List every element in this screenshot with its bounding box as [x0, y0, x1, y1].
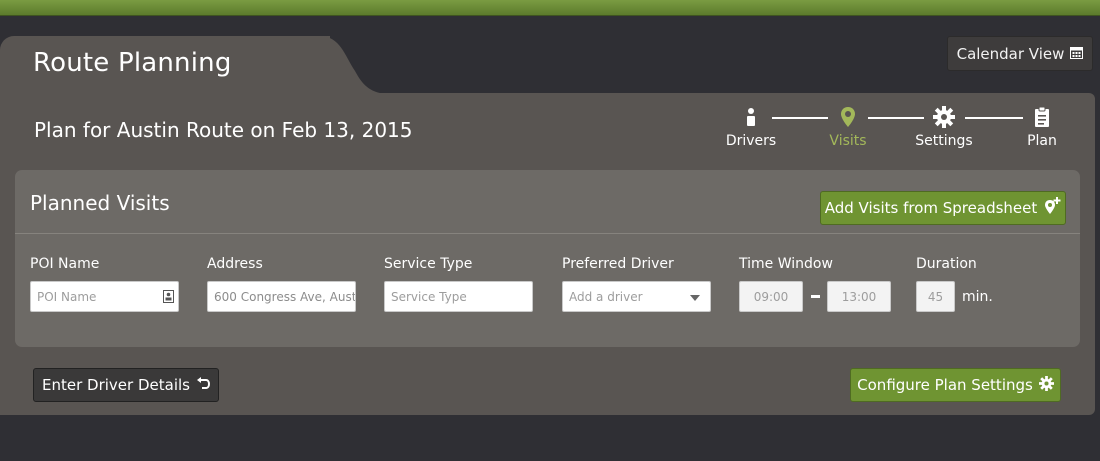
- configure-plan-settings-button[interactable]: Configure Plan Settings: [850, 368, 1061, 402]
- service-type-placeholder: Service Type: [391, 289, 467, 304]
- preferred-driver-select[interactable]: Add a driver: [562, 281, 711, 312]
- time-window-end-value: 13:00: [841, 289, 877, 304]
- step-label: Settings: [915, 133, 973, 149]
- clipboard-icon: [1007, 104, 1077, 130]
- step-settings[interactable]: Settings: [909, 104, 979, 149]
- title-tab-curve: [300, 36, 390, 94]
- preferred-driver-placeholder: Add a driver: [569, 289, 643, 304]
- poi-name-label: POI Name: [30, 256, 100, 272]
- poi-name-placeholder: POI Name: [37, 289, 97, 304]
- page-title: Route Planning: [33, 48, 232, 78]
- chevron-down-icon: [690, 295, 700, 301]
- top-accent-bar: [0, 0, 1100, 16]
- duration-value: 45: [927, 289, 944, 304]
- configure-plan-settings-label: Configure Plan Settings: [857, 376, 1033, 394]
- step-label: Plan: [1027, 133, 1057, 149]
- progress-steps: Drivers Visits Settings Plan: [700, 104, 1090, 154]
- planned-visits-card: Planned Visits Add Visits from Spreadshe…: [15, 170, 1080, 347]
- step-plan[interactable]: Plan: [1007, 104, 1077, 149]
- add-visits-label: Add Visits from Spreadsheet: [824, 199, 1038, 217]
- map-pin-plus-icon: [1043, 197, 1061, 219]
- duration-input[interactable]: 45: [916, 281, 955, 312]
- step-visits[interactable]: Visits: [813, 104, 883, 149]
- service-type-label: Service Type: [384, 256, 473, 272]
- contact-card-icon: [163, 290, 174, 306]
- gear-icon: [909, 104, 979, 130]
- duration-unit: min.: [962, 289, 993, 305]
- duration-label: Duration: [916, 256, 977, 272]
- enter-driver-details-button[interactable]: Enter Driver Details: [33, 368, 219, 402]
- time-window-dash: [811, 295, 820, 298]
- calendar-view-button[interactable]: Calendar View: [947, 36, 1093, 71]
- map-pin-icon: [813, 104, 883, 130]
- undo-icon: [196, 376, 210, 394]
- time-window-label: Time Window: [739, 256, 833, 272]
- enter-driver-details-label: Enter Driver Details: [42, 376, 190, 394]
- calendar-view-label: Calendar View: [956, 44, 1065, 63]
- driver-icon: [716, 104, 786, 130]
- address-value: 600 Congress Ave, Austi: [214, 289, 356, 304]
- plan-heading: Plan for Austin Route on Feb 13, 2015: [34, 118, 413, 142]
- address-input[interactable]: 600 Congress Ave, Austi: [207, 281, 356, 312]
- time-window-start-value: 09:00: [753, 289, 789, 304]
- calendar-icon: [1070, 45, 1084, 63]
- gear-icon: [1038, 375, 1054, 395]
- poi-name-input[interactable]: POI Name: [30, 281, 179, 312]
- step-drivers[interactable]: Drivers: [716, 104, 786, 149]
- preferred-driver-label: Preferred Driver: [562, 256, 674, 272]
- card-divider: [15, 233, 1080, 234]
- service-type-input[interactable]: Service Type: [384, 281, 533, 312]
- add-visits-from-spreadsheet-button[interactable]: Add Visits from Spreadsheet: [820, 191, 1066, 225]
- card-title: Planned Visits: [30, 191, 170, 215]
- time-window-start-input[interactable]: 09:00: [739, 281, 803, 312]
- time-window-end-input[interactable]: 13:00: [827, 281, 891, 312]
- step-label: Drivers: [725, 133, 777, 149]
- address-label: Address: [207, 256, 263, 272]
- step-label: Visits: [829, 133, 867, 149]
